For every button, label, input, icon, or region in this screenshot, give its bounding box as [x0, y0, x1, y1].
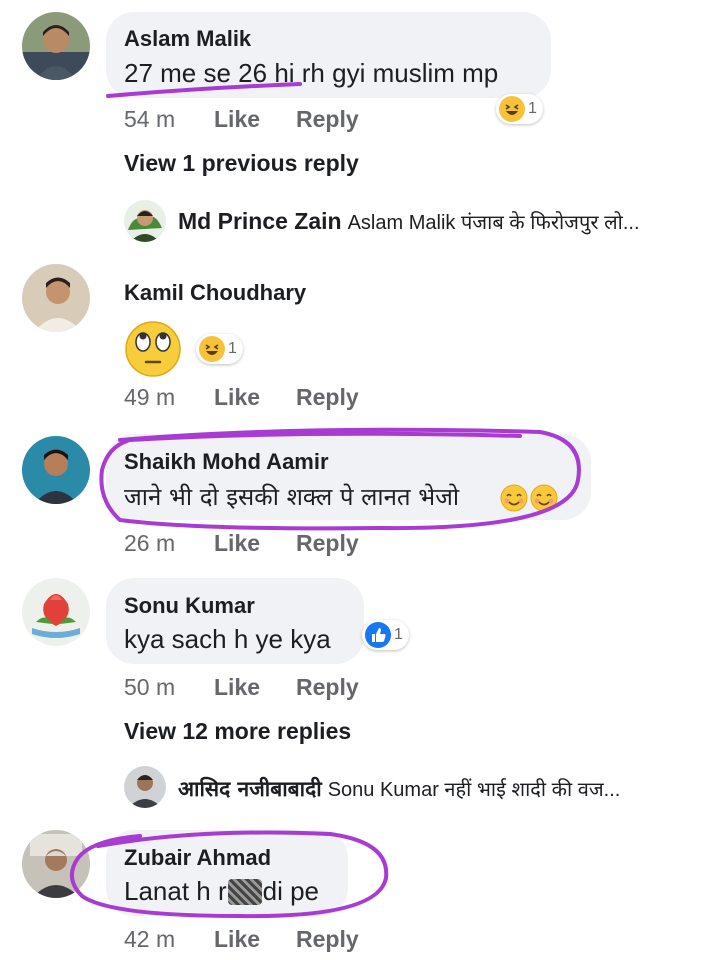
haha-icon	[499, 96, 525, 122]
thumbs-up-icon	[365, 622, 391, 648]
avatar[interactable]	[22, 12, 90, 80]
comment-text: 27 me se 26 hi rh gyi muslim mp	[124, 58, 499, 88]
reply-preview[interactable]: Md Prince Zain Aslam Malik पंजाब के फिरोज…	[178, 208, 640, 235]
comment-text: kya sach h ye kya	[124, 624, 331, 654]
like-button[interactable]: Like	[214, 926, 260, 953]
comment-time[interactable]: 49 m	[124, 384, 175, 411]
comment-time[interactable]: 54 m	[124, 106, 175, 133]
like-button[interactable]: Like	[214, 106, 260, 133]
comment-author[interactable]: Shaikh Mohd Aamir	[124, 449, 329, 475]
comment-author[interactable]: Sonu Kumar	[124, 593, 255, 619]
like-button[interactable]: Like	[214, 384, 260, 411]
reply-button[interactable]: Reply	[296, 384, 359, 411]
reply-button[interactable]: Reply	[296, 674, 359, 701]
reply-text: Sonu Kumar नहीं भाई शादी की वज...	[327, 779, 621, 801]
view-previous-reply-link[interactable]: View 1 previous reply	[124, 150, 359, 177]
reply-button[interactable]: Reply	[296, 530, 359, 557]
reply-preview[interactable]: आसिद नजीबाबादी Sonu Kumar नहीं भाई शादी क…	[178, 775, 620, 803]
reply-author[interactable]: Md Prince Zain	[178, 208, 342, 234]
reply-button[interactable]: Reply	[296, 106, 359, 133]
avatar[interactable]	[124, 200, 166, 242]
comment-time[interactable]: 50 m	[124, 674, 175, 701]
reaction-count: 1	[394, 626, 403, 643]
reaction-badge[interactable]: 1	[362, 620, 409, 650]
haha-icon	[199, 336, 225, 362]
comment-time[interactable]: 42 m	[124, 926, 175, 953]
like-button[interactable]: Like	[214, 674, 260, 701]
like-button[interactable]: Like	[214, 530, 260, 557]
comment-time[interactable]: 26 m	[124, 530, 175, 557]
comment-text: जाने भी दो इसकी शक्ल पे लानत भेजो	[124, 483, 460, 511]
comment-text: Lanat h r di pe	[124, 876, 320, 906]
rolling-eyes-emoji	[124, 320, 182, 378]
comment-author[interactable]: Zubair Ahmad	[124, 845, 271, 871]
reaction-badge[interactable]: 1	[196, 334, 243, 364]
reply-text: Aslam Malik पंजाब के फिरोजपुर लो...	[347, 212, 640, 234]
avatar[interactable]	[22, 830, 90, 898]
reply-author[interactable]: आसिद नजीबाबादी	[178, 777, 322, 801]
comment-author[interactable]: Aslam Malik	[124, 26, 251, 52]
reaction-badge[interactable]: 1	[496, 94, 543, 124]
avatar[interactable]	[22, 436, 90, 504]
smile-icon	[500, 484, 528, 512]
comment-author[interactable]: Kamil Choudhary	[124, 280, 306, 306]
reply-button[interactable]: Reply	[296, 926, 359, 953]
avatar[interactable]	[22, 264, 90, 332]
smile-emojis	[500, 484, 558, 512]
reaction-count: 1	[228, 340, 237, 357]
smile-icon	[530, 484, 558, 512]
censored-word	[227, 878, 262, 905]
avatar[interactable]	[124, 766, 166, 808]
view-more-replies-link[interactable]: View 12 more replies	[124, 718, 351, 745]
avatar[interactable]	[22, 578, 90, 646]
reaction-count: 1	[528, 100, 537, 117]
